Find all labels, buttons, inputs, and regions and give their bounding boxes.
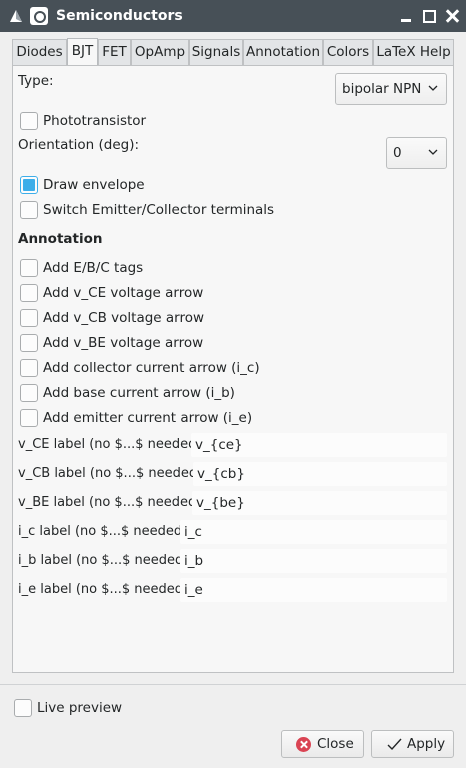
ie-label-input[interactable]: i_e	[180, 578, 447, 602]
annotation-heading: Annotation	[18, 231, 103, 247]
add-emitter-current-checkbox[interactable]	[20, 409, 38, 427]
switch-terminals-checkbox[interactable]	[20, 201, 38, 219]
option-label: Add v_BE voltage arrow	[43, 335, 204, 351]
tab-bjt[interactable]: BJT	[67, 38, 98, 65]
option-label: Add collector current arrow (i_c)	[43, 360, 260, 376]
close-window-icon[interactable]	[442, 6, 462, 26]
add-vce-arrow-checkbox[interactable]	[20, 284, 38, 302]
add-base-current-checkbox[interactable]	[20, 384, 38, 402]
phototransistor-label: Phototransistor	[43, 113, 147, 129]
ic-label-input[interactable]: i_c	[180, 520, 447, 544]
ib-label-caption: i_b label (no $...$ needed)	[18, 553, 189, 568]
app-icon[interactable]	[8, 8, 24, 24]
orientation-label: Orientation (deg):	[18, 137, 140, 153]
window-menu-icon[interactable]	[30, 7, 48, 25]
vcb-label-input[interactable]: v_{cb}	[193, 462, 447, 486]
tab-diodes[interactable]: Diodes	[12, 39, 67, 65]
type-select[interactable]: bipolar NPN	[335, 73, 447, 105]
phototransistor-checkbox[interactable]	[20, 112, 38, 130]
window-title: Semiconductors	[56, 8, 183, 24]
vce-label-input[interactable]: v_{ce}	[191, 433, 447, 457]
live-preview-checkbox[interactable]	[14, 699, 32, 717]
add-ebc-tags-checkbox[interactable]	[20, 259, 38, 277]
close-button[interactable]: Close	[281, 730, 364, 758]
tab-signals[interactable]: Signals	[189, 39, 243, 65]
add-vbe-arrow-checkbox[interactable]	[20, 334, 38, 352]
footer-divider	[0, 684, 466, 685]
switch-terminals-label: Switch Emitter/Collector terminals	[43, 202, 275, 218]
tab-latex-help[interactable]: LaTeX Help	[373, 39, 454, 65]
draw-envelope-checkbox[interactable]	[20, 176, 38, 194]
close-icon	[296, 737, 311, 752]
live-preview-label: Live preview	[37, 700, 123, 716]
type-select-value: bipolar NPN	[342, 81, 422, 97]
type-label: Type:	[18, 73, 54, 89]
option-label: Add E/B/C tags	[43, 260, 144, 276]
tab-opamp[interactable]: OpAmp	[131, 39, 189, 65]
orientation-select[interactable]: 0	[386, 137, 447, 169]
option-label: Add v_CB voltage arrow	[43, 310, 205, 326]
tab-annotation[interactable]: Annotation	[243, 39, 323, 65]
vce-label-caption: v_CE label (no $...$ needed)	[18, 437, 202, 452]
maximize-icon[interactable]	[419, 6, 439, 26]
vbe-label-caption: v_BE label (no $...$ needed)	[18, 495, 202, 510]
chevron-down-icon	[428, 149, 438, 155]
ie-label-caption: i_e label (no $...$ needed)	[18, 582, 189, 597]
vbe-label-input[interactable]: v_{be}	[192, 491, 447, 515]
minimize-icon[interactable]	[396, 6, 416, 26]
close-button-label: Close	[317, 736, 354, 752]
orientation-select-value: 0	[393, 145, 402, 161]
add-collector-current-checkbox[interactable]	[20, 359, 38, 377]
option-label: Add v_CE voltage arrow	[43, 285, 204, 301]
title-bar: Semiconductors	[0, 0, 466, 32]
option-label: Add base current arrow (i_b)	[43, 385, 235, 401]
option-label: Add emitter current arrow (i_e)	[43, 410, 253, 426]
tab-colors[interactable]: Colors	[323, 39, 373, 65]
add-vcb-arrow-checkbox[interactable]	[20, 309, 38, 327]
vcb-label-caption: v_CB label (no $...$ needed)	[18, 466, 203, 481]
apply-button[interactable]: Apply	[371, 730, 454, 758]
ic-label-caption: i_c label (no $...$ needed)	[18, 524, 188, 539]
tab-fet[interactable]: FET	[98, 39, 131, 65]
draw-envelope-label: Draw envelope	[43, 177, 145, 193]
chevron-down-icon	[428, 85, 438, 91]
checkmark-icon	[387, 738, 402, 751]
ib-label-input[interactable]: i_b	[180, 549, 447, 573]
apply-button-label: Apply	[407, 736, 446, 752]
